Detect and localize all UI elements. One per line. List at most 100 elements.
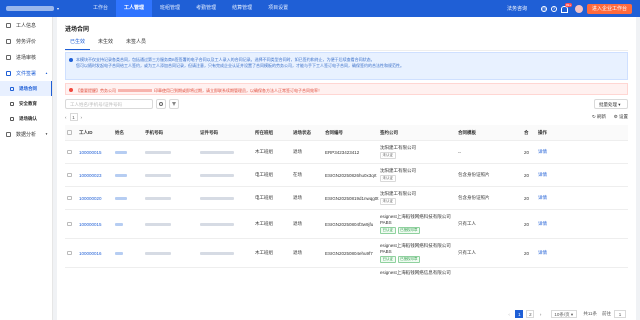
contracts-table: 工人ID 姓名 手机号码 证件号码 所在班组 进场状态 合同编号 签约公司 合同… [65, 125, 628, 278]
chevron-down-icon[interactable]: ▾ [57, 6, 59, 11]
legal-consult-link[interactable]: 法务咨询 [507, 5, 527, 12]
sidebar-item-document-signing[interactable]: 文件签署 ▲ [0, 65, 52, 81]
table-row: 100000023 电工班组 在场 ESIGN20250826hu0x3qrt … [65, 164, 628, 187]
sidebar-item-entry-contract[interactable]: 退场合同 [0, 81, 52, 96]
company-name: 沈阳建工有限公司 [380, 167, 416, 173]
search-input[interactable]: 工人姓名/手机号/证件号码 [65, 99, 153, 109]
worker-id-link[interactable]: 100000015 [75, 222, 115, 227]
chevron-down-icon: ▾ [618, 102, 621, 107]
bell-icon[interactable]: 99+ [561, 2, 573, 13]
filter-button[interactable] [169, 99, 179, 109]
nav-project-settings[interactable]: 项目设置 [260, 0, 296, 17]
clock-icon[interactable]: ◷ [540, 5, 547, 12]
redacted-name [115, 196, 127, 200]
col-team: 所在班组 [255, 129, 273, 135]
sidebar-item-entry-review[interactable]: 进场审核 [0, 49, 52, 65]
worker-id-link[interactable]: 100000020 [75, 196, 115, 201]
tab-unsigned[interactable]: 未签人员 [121, 38, 151, 50]
page-title: 进场合同 [65, 27, 90, 33]
warning-icon [69, 88, 73, 92]
prev-arrow-icon[interactable]: ‹ [65, 115, 67, 120]
company-name: esignest上海稻钱网络信息有限公司 [380, 270, 451, 275]
sidebar-item-label: 劳务评价 [16, 38, 37, 45]
search-button[interactable] [156, 99, 166, 109]
main-nav: 工作台 工人管理 班组管理 考勤管理 结算管理 项目设置 [85, 0, 296, 17]
settings-button[interactable]: ⚙ 设置 [614, 114, 628, 120]
col-contract-no: 合同编号 [325, 129, 343, 135]
col-id-number: 证件号码 [200, 129, 218, 135]
next-page-icon[interactable]: › [540, 312, 542, 317]
sidebar-item-worker-info[interactable]: 工人信息 [0, 17, 52, 33]
batch-process-dropdown[interactable]: 批量处理 ▾ [594, 99, 628, 109]
table-header: 工人ID 姓名 手机号码 证件号码 所在班组 进场状态 合同编号 签约公司 合同… [65, 125, 628, 141]
chart-icon [6, 131, 11, 137]
team-cell: 木工班组 [255, 250, 273, 255]
template-cell: 包含身份证照片 [458, 172, 490, 177]
nav-workbench[interactable]: 工作台 [85, 0, 116, 17]
total-count: 共11条 [583, 311, 597, 316]
tab-effective[interactable]: 已生效 [65, 38, 91, 50]
nav-attendance[interactable]: 考勤管理 [188, 0, 224, 17]
warning-prefix: 【重要提醒】劳务公司 [76, 87, 116, 93]
row-checkbox[interactable] [67, 149, 72, 155]
details-link[interactable]: 详情 [538, 221, 560, 227]
contract-tabs: 已生效 未生效 未签人员 [65, 38, 628, 51]
next-arrow-icon[interactable]: › [81, 115, 83, 120]
info-icon [69, 57, 73, 62]
row-checkbox[interactable] [67, 172, 72, 178]
redacted-id-number [200, 150, 234, 154]
details-link[interactable]: 详情 [538, 250, 560, 256]
sidebar-item-exit-confirm[interactable]: 退场确认 [0, 111, 52, 126]
main-content: 进场合同 已生效 未生效 未签人员 本模块不仅支持记录各类合同，包括通过第三方服… [57, 17, 636, 320]
prev-page-icon[interactable]: ‹ [508, 312, 510, 317]
chevron-up-icon: ▲ [45, 71, 48, 75]
worker-id-link[interactable]: 100000015 [75, 150, 115, 155]
status-badge: 已授权印章 [397, 255, 420, 263]
settings-label: 设置 [619, 114, 628, 119]
goto-page-input[interactable]: 1 [614, 310, 626, 318]
status-cell: 在场 [293, 172, 302, 177]
team-cell: 电工班组 [255, 195, 273, 200]
col-action: 操作 [538, 129, 547, 135]
page-2-button[interactable]: 2 [526, 310, 535, 318]
col-worker-id: 工人ID [79, 129, 93, 135]
star-icon [6, 38, 11, 44]
sidebar-item-labor-evaluation[interactable]: 劳务评价 [0, 33, 52, 49]
page-indicator[interactable]: 1 [69, 113, 78, 121]
sidebar-item-label: 文件签署 [16, 70, 37, 77]
refresh-icon: ↻ [591, 114, 596, 119]
sidebar-item-label: 安全教育 [19, 100, 37, 106]
redacted-phone [145, 222, 171, 226]
worker-id-link[interactable]: 100000016 [75, 251, 115, 256]
refresh-button[interactable]: ↻ 刷新 [592, 114, 606, 120]
sidebar-item-data-analysis[interactable]: 数据分析 ▼ [0, 126, 52, 142]
nav-team-management[interactable]: 班组管理 [152, 0, 188, 17]
company-name: esignest上海稻钱网络科技有限公司PABS [380, 243, 451, 255]
row-checkbox[interactable] [67, 250, 72, 256]
status-badge: 未认证 [380, 175, 396, 183]
select-all-checkbox[interactable] [67, 130, 72, 135]
enter-enterprise-button[interactable]: 进入企业工作台 [586, 3, 632, 14]
tab-not-effective[interactable]: 未生效 [93, 38, 118, 50]
nav-worker-management[interactable]: 工人管理 [116, 0, 153, 17]
row-checkbox[interactable] [67, 195, 72, 201]
nav-settlement[interactable]: 结算管理 [224, 0, 260, 17]
page-size-select[interactable]: 10条/页 ▾ [551, 310, 578, 318]
details-link[interactable]: 详情 [538, 195, 560, 201]
notification-badge: 99+ [564, 2, 573, 7]
details-link[interactable]: 详情 [538, 172, 560, 178]
avatar[interactable] [574, 4, 583, 13]
redacted-company-name [118, 88, 152, 92]
redacted-phone [145, 251, 171, 255]
goto-label: 前往 [602, 311, 611, 316]
row-checkbox[interactable] [67, 221, 72, 227]
help-icon[interactable]: ? [550, 5, 557, 12]
details-link[interactable]: 详情 [538, 149, 560, 155]
contract-no-cell: ESIGN20250819d1nwqg0t [325, 195, 379, 201]
worker-id-link[interactable]: 100000023 [75, 173, 115, 178]
page-1-button[interactable]: 1 [515, 310, 524, 318]
redacted-id-number [200, 173, 234, 177]
brand-logo[interactable] [6, 6, 54, 11]
sidebar-item-safety-education[interactable]: 安全教育 [0, 96, 52, 111]
status-cell: 退场 [293, 195, 302, 200]
